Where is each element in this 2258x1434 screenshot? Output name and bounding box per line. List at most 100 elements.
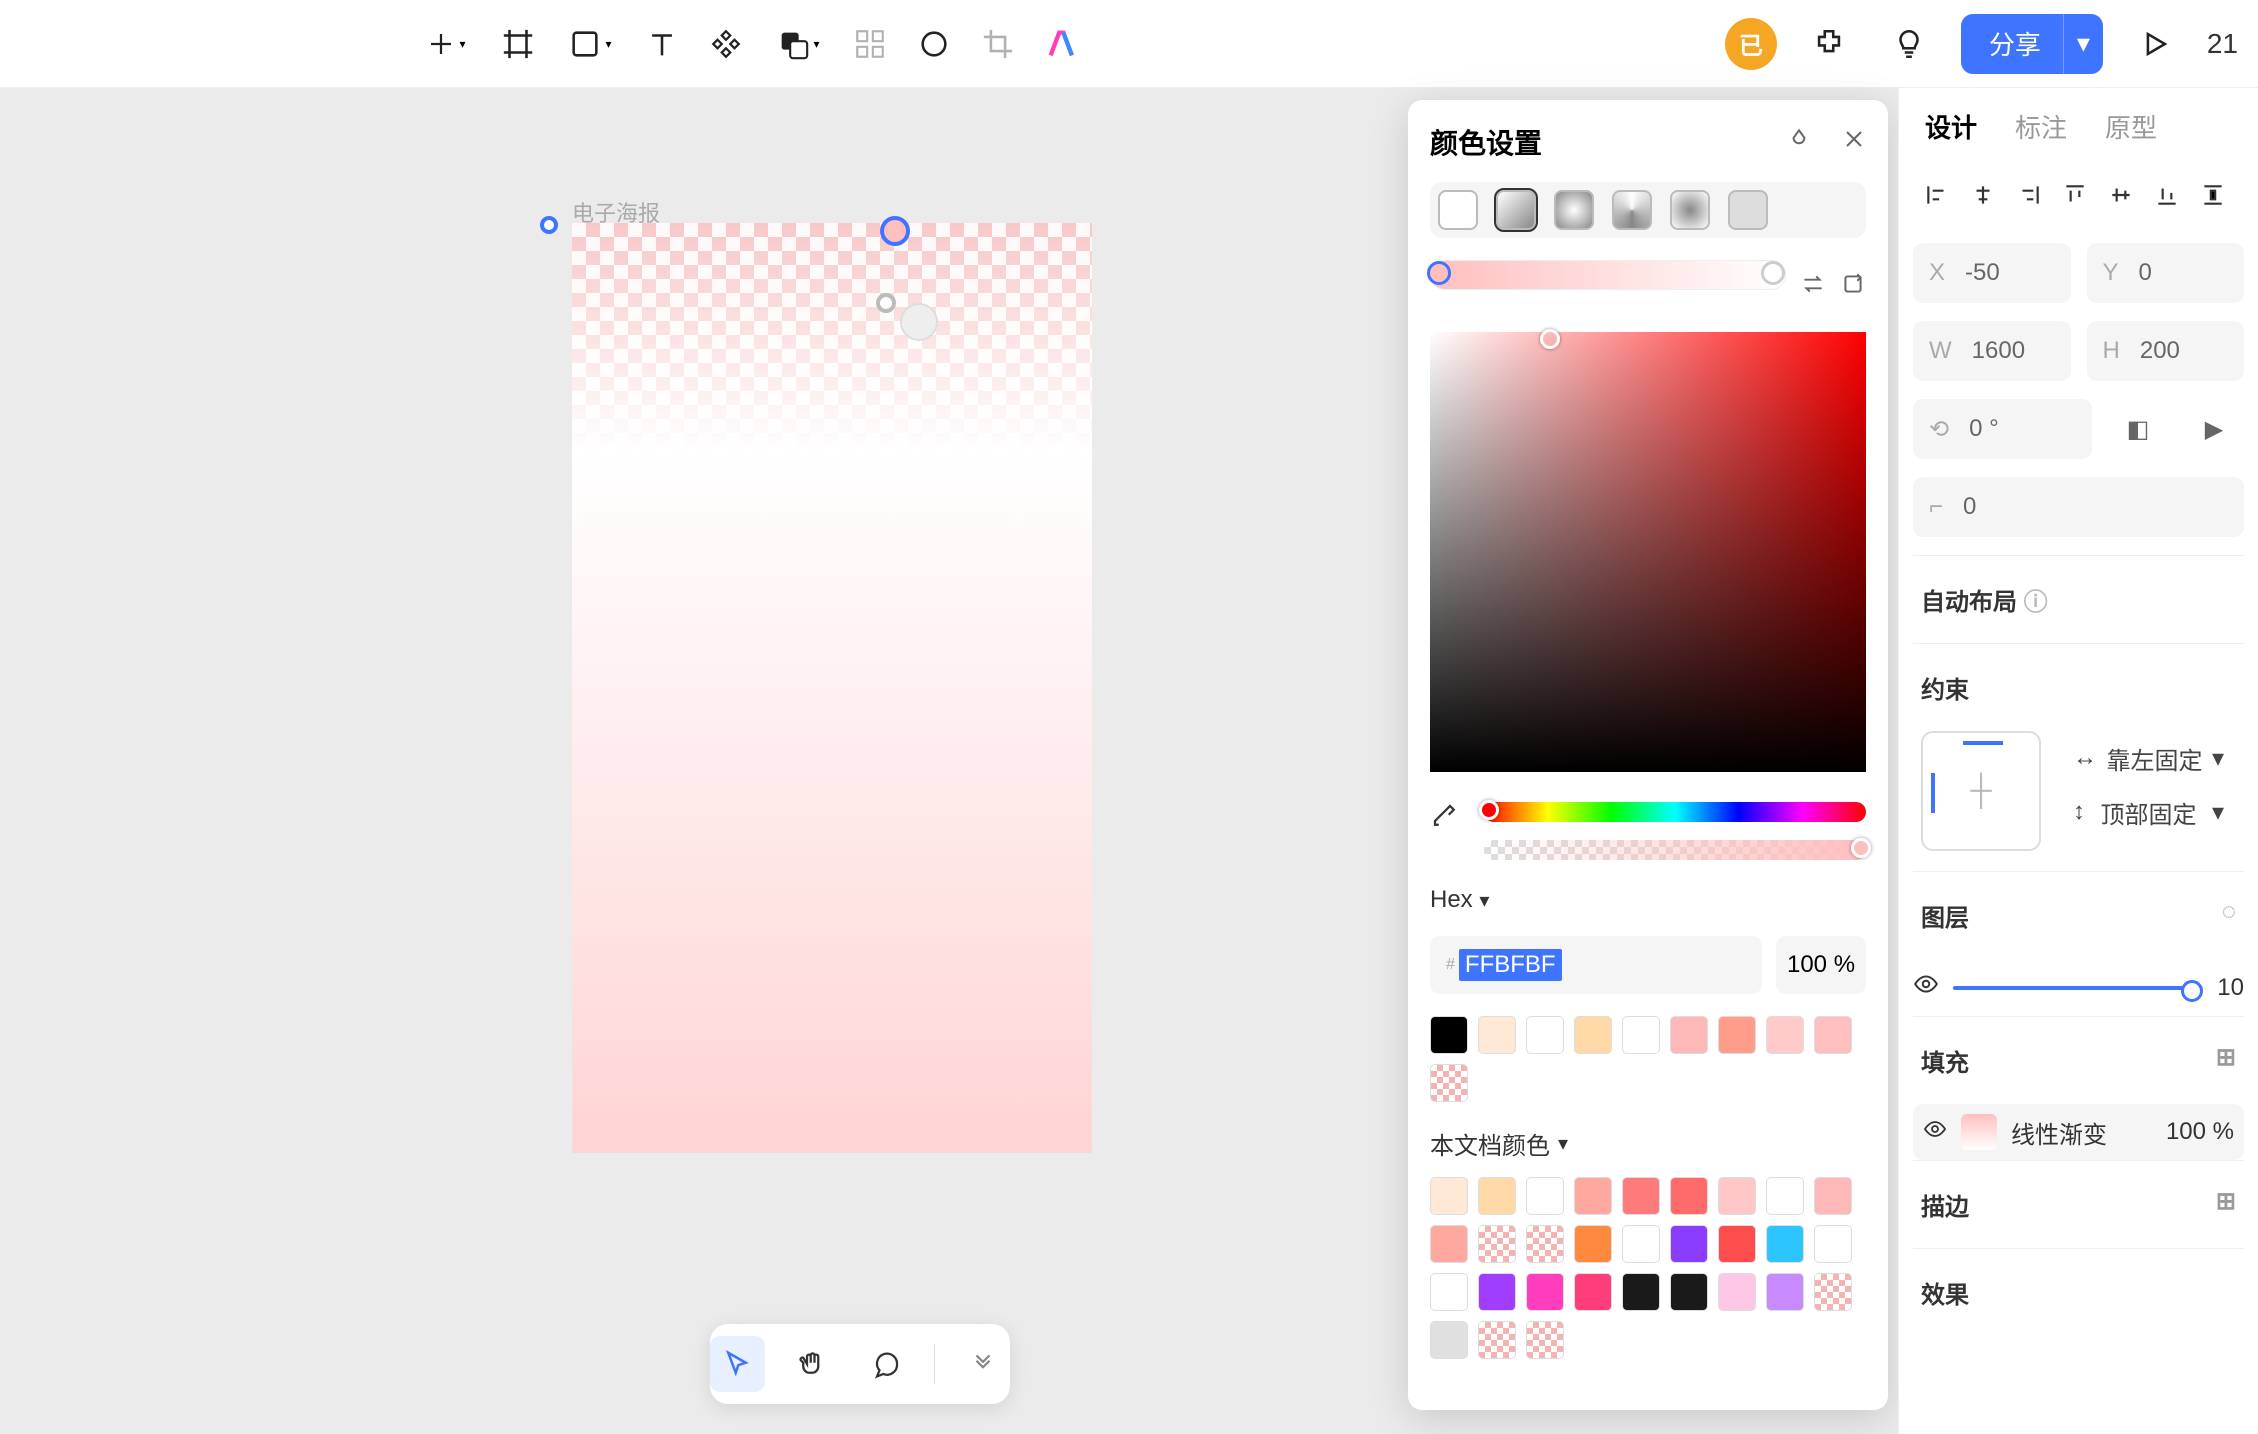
hint-icon[interactable] bbox=[1881, 16, 1937, 72]
swatch[interactable] bbox=[1430, 1273, 1468, 1311]
share-button[interactable]: 分享▾ bbox=[1961, 14, 2103, 74]
constraint-diagram[interactable]: ┼ bbox=[1921, 731, 2041, 851]
flip-h-icon[interactable]: ◧ bbox=[2108, 399, 2168, 459]
swatch[interactable] bbox=[1814, 1177, 1852, 1215]
align-bottom-icon[interactable] bbox=[2147, 175, 2187, 215]
align-top-icon[interactable] bbox=[2055, 175, 2095, 215]
swatch[interactable] bbox=[1526, 1177, 1564, 1215]
tab-design[interactable]: 设计 bbox=[1925, 108, 1977, 145]
crop-tool[interactable] bbox=[970, 16, 1026, 72]
swatch[interactable] bbox=[1718, 1225, 1756, 1263]
gradient-editor-bar[interactable] bbox=[1430, 260, 1786, 290]
gradient-stop-1[interactable] bbox=[1427, 261, 1451, 285]
swatch[interactable] bbox=[1766, 1177, 1804, 1215]
gradient-stop-handle[interactable] bbox=[880, 216, 910, 246]
blend-mode-icon[interactable] bbox=[1786, 127, 1812, 158]
swatch[interactable] bbox=[1526, 1273, 1564, 1311]
gradient-rotate-handle[interactable] bbox=[900, 303, 938, 341]
hex-input[interactable]: #FFBFBF bbox=[1430, 936, 1762, 994]
swatch[interactable] bbox=[1574, 1273, 1612, 1311]
fill-swatch[interactable] bbox=[1961, 1114, 1997, 1150]
gradient-endpoint-left[interactable] bbox=[540, 216, 558, 234]
saturation-value-picker[interactable] bbox=[1430, 332, 1866, 772]
align-right-icon[interactable] bbox=[2009, 175, 2049, 215]
canvas-frame[interactable] bbox=[572, 223, 1092, 1153]
swatch[interactable] bbox=[1670, 1016, 1708, 1054]
swatch[interactable] bbox=[1478, 1321, 1516, 1359]
swatch[interactable] bbox=[1670, 1177, 1708, 1215]
swatch[interactable] bbox=[1670, 1273, 1708, 1311]
eyedropper-icon[interactable] bbox=[1430, 796, 1460, 831]
swatch[interactable] bbox=[1766, 1016, 1804, 1054]
align-hcenter-icon[interactable] bbox=[1963, 175, 2003, 215]
component-tool[interactable] bbox=[842, 16, 898, 72]
more-tools[interactable] bbox=[955, 1336, 1010, 1392]
ai-tool[interactable] bbox=[1034, 16, 1090, 72]
swatch[interactable] bbox=[1766, 1225, 1804, 1263]
swatch[interactable] bbox=[1718, 1177, 1756, 1215]
swatch[interactable] bbox=[1814, 1016, 1852, 1054]
fill-solid[interactable] bbox=[1438, 190, 1478, 230]
swatch[interactable] bbox=[1670, 1225, 1708, 1263]
fill-diamond[interactable] bbox=[1670, 190, 1710, 230]
constraint-h-dropdown[interactable]: ↔ 靠左固定 ▾ bbox=[2061, 731, 2236, 785]
shape-tool[interactable]: ▾ bbox=[554, 16, 626, 72]
swatch[interactable] bbox=[1622, 1273, 1660, 1311]
fill-linear[interactable] bbox=[1496, 190, 1536, 230]
hue-slider[interactable] bbox=[1484, 802, 1866, 822]
constraint-v-dropdown[interactable]: ↕ 顶部固定 ▾ bbox=[2061, 785, 2236, 839]
fill-add-icon[interactable]: ⊞ bbox=[2216, 1043, 2236, 1078]
align-vcenter-icon[interactable] bbox=[2101, 175, 2141, 215]
swatch[interactable] bbox=[1574, 1177, 1612, 1215]
swatch[interactable] bbox=[1718, 1016, 1756, 1054]
swatch[interactable] bbox=[1718, 1273, 1756, 1311]
h-input[interactable]: H200 bbox=[2087, 321, 2245, 381]
swatch[interactable] bbox=[1766, 1273, 1804, 1311]
x-input[interactable]: X-50 bbox=[1913, 243, 2071, 303]
swatch[interactable] bbox=[1478, 1177, 1516, 1215]
frame-tool[interactable] bbox=[490, 16, 546, 72]
user-badge[interactable]: 已 bbox=[1725, 18, 1777, 70]
gradient-stop-2[interactable] bbox=[1761, 261, 1785, 285]
pointer-tool[interactable] bbox=[710, 1336, 765, 1392]
distribute-icon[interactable] bbox=[2193, 175, 2233, 215]
sv-cursor[interactable] bbox=[1540, 329, 1560, 349]
fill-visibility-icon[interactable] bbox=[1923, 1117, 1947, 1148]
mask-tool[interactable] bbox=[906, 16, 962, 72]
swap-stops-icon[interactable] bbox=[1800, 271, 1826, 302]
text-tool[interactable] bbox=[634, 16, 690, 72]
flip-v-icon[interactable]: ▶ bbox=[2184, 399, 2244, 459]
rotate-gradient-icon[interactable] bbox=[1840, 271, 1866, 302]
blend-icon[interactable]: ◌ bbox=[2222, 898, 2236, 933]
hand-tool[interactable] bbox=[785, 1336, 840, 1392]
swatch[interactable] bbox=[1526, 1321, 1564, 1359]
visibility-icon[interactable] bbox=[1913, 971, 1939, 1004]
swatch[interactable] bbox=[1574, 1225, 1612, 1263]
rotation-input[interactable]: ⟲0 ° bbox=[1913, 399, 2092, 459]
fill-radial[interactable] bbox=[1554, 190, 1594, 230]
swatch[interactable] bbox=[1478, 1016, 1516, 1054]
fill-image[interactable] bbox=[1728, 190, 1768, 230]
alpha-slider[interactable] bbox=[1484, 840, 1866, 860]
swatch[interactable] bbox=[1574, 1016, 1612, 1054]
stroke-add-icon[interactable]: ⊞ bbox=[2216, 1187, 2236, 1222]
swatch[interactable] bbox=[1622, 1225, 1660, 1263]
color-mode-dropdown[interactable]: Hex ▾ bbox=[1430, 886, 1489, 914]
alpha-cursor[interactable] bbox=[1851, 838, 1871, 858]
hex-opacity-input[interactable]: 100 % bbox=[1776, 936, 1866, 994]
add-tool[interactable]: ▾ bbox=[410, 16, 482, 72]
play-icon[interactable] bbox=[2127, 16, 2183, 72]
swatch[interactable] bbox=[1622, 1177, 1660, 1215]
swatch[interactable] bbox=[1430, 1016, 1468, 1054]
swatch[interactable] bbox=[1430, 1225, 1468, 1263]
swatch[interactable] bbox=[1430, 1064, 1468, 1102]
plugins-icon[interactable] bbox=[1801, 16, 1857, 72]
fill-angular[interactable] bbox=[1612, 190, 1652, 230]
doc-colors-label[interactable]: 本文档颜色 ▾ bbox=[1430, 1126, 1866, 1161]
swatch[interactable] bbox=[1526, 1225, 1564, 1263]
swatch[interactable] bbox=[1814, 1225, 1852, 1263]
swatch[interactable] bbox=[1430, 1177, 1468, 1215]
boolean-tool[interactable]: ▾ bbox=[762, 16, 834, 72]
resource-tool[interactable] bbox=[698, 16, 754, 72]
tab-annotate[interactable]: 标注 bbox=[2015, 108, 2067, 145]
